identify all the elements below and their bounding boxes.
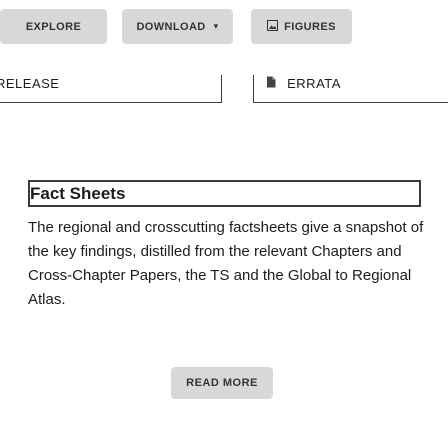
figures-button[interactable]: FIGURES	[251, 9, 352, 44]
errata-label: ERRATA	[287, 76, 341, 91]
download-label: DOWNLOAD	[136, 20, 206, 33]
errata-link[interactable]: ERRATA	[253, 75, 448, 103]
explore-label: EXPLORE	[25, 20, 82, 33]
read-more-button[interactable]: READ MORE	[171, 367, 273, 399]
download-button[interactable]: DOWNLOAD ▾	[122, 9, 233, 44]
explore-button[interactable]: EXPLORE	[0, 9, 107, 44]
fact-sheets-title-text: Fact Sheets	[30, 184, 126, 203]
release-link[interactable]: RELEASE	[0, 75, 222, 103]
fact-sheets-title: Fact Sheets	[28, 180, 421, 207]
document-icon	[266, 75, 276, 93]
figures-label: FIGURES	[284, 20, 336, 33]
read-more-label: READ MORE	[186, 377, 258, 389]
release-label: RELEASE	[0, 76, 60, 91]
chevron-down-icon: ▾	[213, 21, 219, 31]
fact-sheets-description: The regional and crosscutting factsheets…	[28, 219, 424, 308]
image-icon	[267, 19, 279, 34]
